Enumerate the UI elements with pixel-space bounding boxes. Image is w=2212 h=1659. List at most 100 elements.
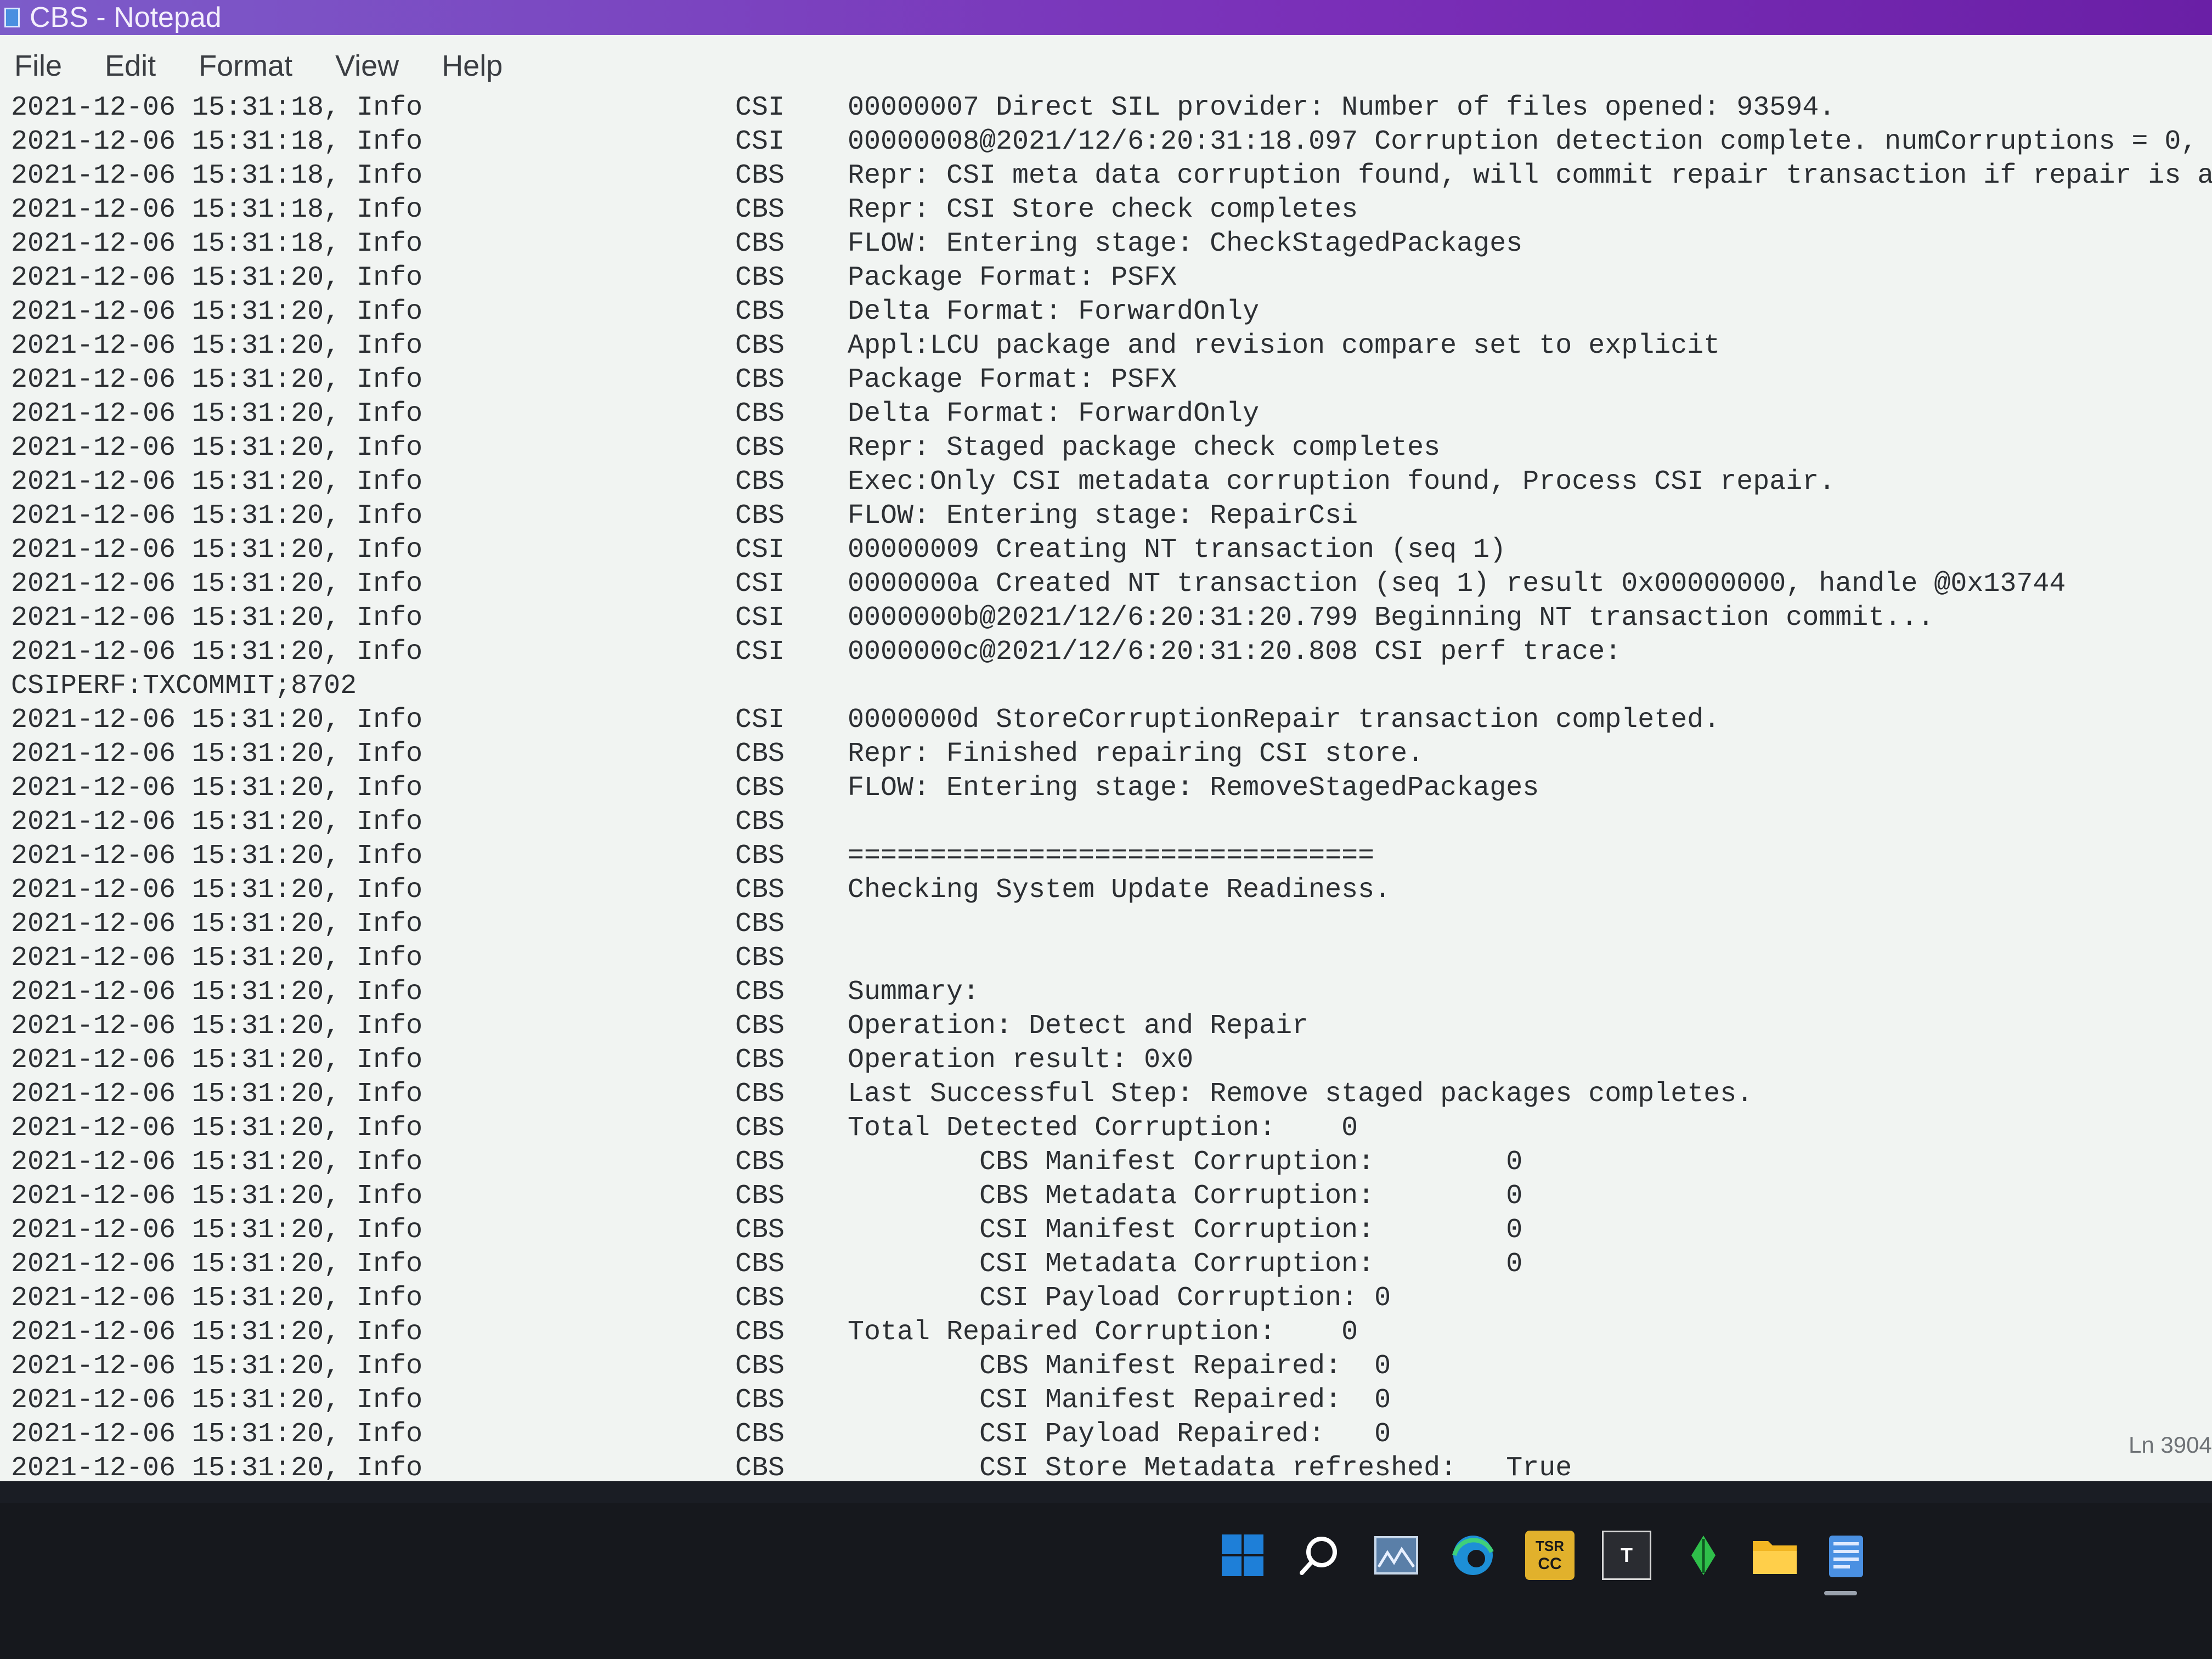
menu-edit[interactable]: Edit	[105, 49, 156, 83]
log-source: CBS	[735, 194, 785, 225]
log-message: Operation: Detect and Repair	[848, 1011, 1309, 1042]
log-date: 2021-12-06 15:31:20, Info	[11, 1147, 423, 1178]
log-date: 2021-12-06 15:31:20, Info	[11, 466, 423, 498]
log-message: CBS Manifest Corruption: 0	[848, 1147, 1523, 1178]
log-source: CBS	[735, 1453, 785, 1481]
notepad-app-icon	[4, 8, 20, 27]
log-source: CBS	[735, 1215, 785, 1246]
log-source: CBS	[735, 738, 785, 770]
log-date: 2021-12-06 15:31:20, Info	[11, 874, 423, 906]
windows-start-icon[interactable]	[1218, 1531, 1267, 1580]
menu-bar: File Edit Format View Help	[0, 44, 2212, 88]
log-source: CBS	[735, 1351, 785, 1382]
log-message: Package Format: PSFX	[848, 364, 1177, 396]
log-message: CSI Manifest Corruption: 0	[848, 1215, 1523, 1246]
log-date: 2021-12-06 15:31:20, Info	[11, 534, 423, 566]
t-app-icon[interactable]: T	[1602, 1531, 1651, 1580]
log-source: CBS	[735, 840, 785, 872]
log-message: CBS Metadata Corruption: 0	[848, 1181, 1523, 1212]
menu-help[interactable]: Help	[442, 49, 503, 83]
log-date: 2021-12-06 15:31:20, Info	[11, 704, 423, 736]
log-source: CSI	[735, 92, 785, 123]
status-line-number: Ln 3904	[2129, 1432, 2212, 1458]
log-message: Summary:	[848, 977, 980, 1008]
log-date: 2021-12-06 15:31:20, Info	[11, 1283, 423, 1314]
t-app-label: T	[1621, 1544, 1633, 1566]
window-title: CBS - Notepad	[30, 2, 222, 33]
tsr-label: TSR	[1536, 1537, 1564, 1554]
log-source: CSI	[735, 568, 785, 600]
title-bar[interactable]: CBS - Notepad	[0, 0, 2212, 35]
menu-format[interactable]: Format	[199, 49, 292, 83]
log-message: Total Repaired Corruption: 0	[848, 1317, 1358, 1348]
log-message: 0000000d StoreCorruptionRepair transacti…	[848, 704, 1720, 736]
edge-icon[interactable]	[1448, 1531, 1498, 1580]
log-source: CSI	[735, 636, 785, 668]
log-message: ================================	[848, 840, 1375, 872]
active-app-indicator	[1824, 1591, 1857, 1595]
log-date: 2021-12-06 15:31:20, Info	[11, 909, 423, 940]
log-date: 2021-12-06 15:31:20, Info	[11, 840, 423, 872]
log-date: 2021-12-06 15:31:20, Info	[11, 262, 423, 294]
log-message: Total Detected Corruption: 0	[848, 1113, 1358, 1144]
notepad-icon[interactable]	[1821, 1531, 1871, 1580]
log-date: 2021-12-06 15:31:20, Info	[11, 1351, 423, 1382]
log-source: CBS	[735, 1147, 785, 1178]
log-date: 2021-12-06 15:31:18, Info	[11, 160, 423, 191]
log-message: FLOW: Entering stage: RemoveStagedPackag…	[848, 772, 1539, 804]
log-source: CBS	[735, 943, 785, 974]
log-message: CBS Manifest Repaired: 0	[848, 1351, 1391, 1382]
log-message: FLOW: Entering stage: RepairCsi	[848, 500, 1358, 532]
log-message: FLOW: Entering stage: CheckStagedPackage…	[848, 228, 1523, 259]
log-message: Operation result: 0x0	[848, 1045, 1194, 1076]
cc-label: CC	[1538, 1554, 1562, 1573]
log-source: CBS	[735, 1113, 785, 1144]
leaf-app-icon[interactable]	[1679, 1531, 1728, 1580]
log-date: 2021-12-06 15:31:20, Info	[11, 943, 423, 974]
log-message: Delta Format: ForwardOnly	[848, 296, 1260, 328]
log-date: 2021-12-06 15:31:20, Info	[11, 1011, 423, 1042]
log-source: CSI	[735, 534, 785, 566]
log-source: CBS	[735, 909, 785, 940]
log-message: 00000007 Direct SIL provider: Number of …	[848, 92, 1836, 123]
log-message: Delta Format: ForwardOnly	[848, 398, 1260, 430]
log-message: Repr: Finished repairing CSI store.	[848, 738, 1424, 770]
log-source: CBS	[735, 1181, 785, 1212]
tsr-cc-icon[interactable]: TSR CC	[1525, 1531, 1575, 1580]
log-message: CSI Payload Repaired: 0	[848, 1419, 1391, 1450]
search-icon[interactable]	[1295, 1531, 1344, 1580]
log-source: CBS	[735, 1419, 785, 1450]
log-date: 2021-12-06 15:31:20, Info	[11, 364, 423, 396]
log-date: 2021-12-06 15:31:20, Info	[11, 1385, 423, 1416]
log-source: CBS	[735, 1079, 785, 1110]
log-source: CBS	[735, 228, 785, 259]
log-source: CBS	[735, 1011, 785, 1042]
log-source: CBS	[735, 330, 785, 362]
notepad-window: CBS - Notepad File Edit Format View Help…	[0, 0, 2212, 1481]
log-source: CBS	[735, 874, 785, 906]
log-date: 2021-12-06 15:31:20, Info	[11, 500, 423, 532]
log-message: CSI Store Metadata refreshed: True	[848, 1453, 1572, 1481]
log-message: 0000000c@2021/12/6:20:31:20.808 CSI perf…	[848, 636, 1622, 668]
log-message: CSI Payload Corruption: 0	[848, 1283, 1391, 1314]
menu-file[interactable]: File	[14, 49, 62, 83]
log-message: Repr: CSI Store check completes	[848, 194, 1358, 225]
log-date: 2021-12-06 15:31:20, Info	[11, 738, 423, 770]
log-source: CBS	[735, 977, 785, 1008]
log-source: CBS	[735, 1045, 785, 1076]
photos-icon[interactable]	[1372, 1531, 1421, 1580]
menu-view[interactable]: View	[335, 49, 399, 83]
log-date: 2021-12-06 15:31:18, Info	[11, 228, 423, 259]
text-editor[interactable]: 2021-12-06 15:31:18, Info CSI 00000007 Dir…	[0, 88, 2212, 1481]
log-source: CSI	[735, 126, 785, 157]
log-message: Package Format: PSFX	[848, 262, 1177, 294]
log-message: Appl:LCU package and revision compare se…	[848, 330, 1720, 362]
log-date: 2021-12-06 15:31:20, Info	[11, 398, 423, 430]
log-message: 00000008@2021/12/6:20:31:18.097 Corrupti…	[848, 126, 2212, 157]
log-date: 2021-12-06 15:31:18, Info	[11, 126, 423, 157]
log-source: CBS	[735, 1317, 785, 1348]
file-explorer-icon[interactable]	[1750, 1531, 1799, 1580]
log-date: 2021-12-06 15:31:20, Info	[11, 1249, 423, 1280]
log-date: 2021-12-06 15:31:20, Info	[11, 977, 423, 1008]
log-date: 2021-12-06 15:31:20, Info	[11, 1079, 423, 1110]
